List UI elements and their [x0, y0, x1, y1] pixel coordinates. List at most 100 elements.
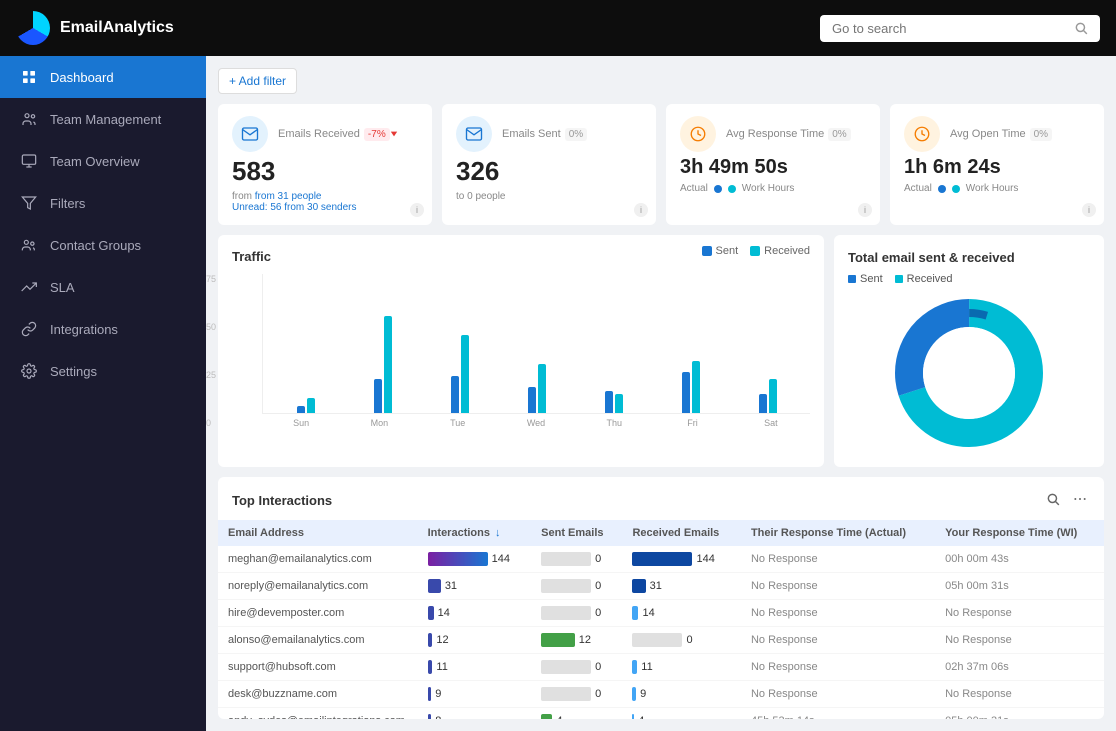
interactions-cell: 31: [418, 573, 532, 600]
donut-svg: [889, 293, 1049, 453]
interactions-cell: 11: [418, 654, 532, 681]
received-bar: [632, 606, 638, 620]
actual-dot-2: [938, 185, 946, 193]
your-response-cell: 05h 00m 31s: [935, 708, 1104, 720]
sidebar-item-filters[interactable]: Filters: [0, 182, 206, 224]
stat-card-avg-open: Avg Open Time 0% 1h 6m 24s Actual Work H…: [890, 104, 1104, 225]
received-count: 14: [642, 607, 654, 619]
sent-count: 12: [579, 634, 591, 646]
stat-card-avg-response: Avg Response Time 0% 3h 49m 50s Actual W…: [666, 104, 880, 225]
workhours-dot-2: [952, 185, 960, 193]
their-response-cell: No Response: [741, 600, 935, 627]
sidebar-item-label: Settings: [50, 364, 97, 379]
interactions-count: 12: [436, 634, 448, 646]
donut-sent-dot: [848, 275, 856, 283]
sent-bar-empty: [541, 687, 591, 701]
team-management-icon: [20, 110, 38, 128]
col-interactions[interactable]: Interactions ↓: [418, 520, 532, 546]
emails-received-value: 583: [232, 156, 418, 187]
sent-cell: 0: [531, 600, 622, 627]
emails-received-sub2: Unread: 56 from 30 senders: [232, 202, 418, 213]
sidebar-item-contact-groups[interactable]: Contact Groups: [0, 224, 206, 266]
actual-dot: [714, 185, 722, 193]
emails-received-icon: [232, 116, 268, 152]
received-bar: [632, 687, 636, 701]
received-bar: [307, 398, 315, 413]
bar-day-label: Tue: [419, 418, 497, 428]
interactions-more-button[interactable]: [1070, 489, 1090, 512]
email-cell: hire@devemposter.com: [218, 600, 418, 627]
received-count: 31: [650, 580, 662, 592]
bar-group: [267, 398, 344, 413]
stat-info-icon: i: [1082, 203, 1096, 217]
avg-response-label: Avg Response Time: [726, 128, 824, 140]
received-count: 4: [638, 715, 644, 719]
search-icon: [1074, 21, 1088, 35]
bar-day-label: Fri: [653, 418, 731, 428]
col-your-response: Your Response Time (WI): [935, 520, 1104, 546]
received-count: 144: [696, 553, 714, 565]
table-row: andy_sydes@emailintegrations.com84445h 5…: [218, 708, 1104, 720]
topbar: EmailAnalytics: [0, 0, 1116, 56]
sidebar-item-team-management[interactable]: Team Management: [0, 98, 206, 140]
their-response-cell: No Response: [741, 681, 935, 708]
sent-bar: [374, 379, 382, 413]
sent-cell: 0: [531, 681, 622, 708]
your-response-cell: 00h 00m 43s: [935, 546, 1104, 573]
interactions-cell: 14: [418, 600, 532, 627]
table-row: noreply@emailanalytics.com31031No Respon…: [218, 573, 1104, 600]
traffic-card: Traffic Sent Received 75: [218, 235, 824, 467]
sidebar-item-integrations[interactable]: Integrations: [0, 308, 206, 350]
sent-count: 0: [595, 661, 601, 673]
col-received: Received Emails: [622, 520, 740, 546]
add-filter-button[interactable]: + Add filter: [218, 68, 297, 94]
sidebar-item-label: SLA: [50, 280, 75, 295]
received-bar: [384, 316, 392, 413]
received-bar: [632, 714, 634, 719]
more-icon: [1072, 491, 1088, 507]
search-input[interactable]: [832, 21, 1066, 36]
received-bar: [632, 660, 637, 674]
your-response-cell: No Response: [935, 681, 1104, 708]
sent-bar: [682, 372, 690, 413]
emails-sent-icon: [456, 116, 492, 152]
emails-sent-value: 326: [456, 156, 642, 187]
their-response-cell: No Response: [741, 654, 935, 681]
sidebar-item-sla[interactable]: SLA: [0, 266, 206, 308]
your-response-cell: 02h 37m 06s: [935, 654, 1104, 681]
sent-bar-empty: [541, 660, 591, 674]
interactions-bar: [428, 714, 432, 719]
email-cell: alonso@emailanalytics.com: [218, 627, 418, 654]
interactions-bar: [428, 687, 432, 701]
avg-open-sub2: Work Hours: [966, 183, 1019, 194]
emails-sent-label: Emails Sent: [502, 128, 561, 140]
table-row: alonso@emailanalytics.com12120No Respons…: [218, 627, 1104, 654]
donut-received-dot: [895, 275, 903, 283]
y-labels: 75 50 25 0: [206, 274, 216, 428]
interactions-cell: 12: [418, 627, 532, 654]
sent-cell: 0: [531, 546, 622, 573]
interactions-actions: [1044, 489, 1090, 512]
settings-icon: [20, 362, 38, 380]
stat-info-icon: i: [858, 203, 872, 217]
interactions-count: 11: [436, 661, 447, 673]
donut-received-label: Received: [907, 273, 953, 285]
sidebar-item-team-overview[interactable]: Team Overview: [0, 140, 206, 182]
sent-count: 4: [556, 715, 562, 719]
interactions-search-button[interactable]: [1044, 489, 1062, 512]
interactions-cell: 8: [418, 708, 532, 720]
received-cell: 4: [622, 708, 740, 720]
search-bar[interactable]: [820, 15, 1100, 42]
received-cell: 11: [622, 654, 740, 681]
stat-info-icon: i: [410, 203, 424, 217]
sidebar-item-settings[interactable]: Settings: [0, 350, 206, 392]
sidebar-item-label: Filters: [50, 196, 85, 211]
interactions-bar: [428, 606, 434, 620]
sidebar-item-label: Integrations: [50, 322, 118, 337]
table-body: meghan@emailanalytics.com1440144No Respo…: [218, 546, 1104, 719]
avg-open-badge: 0%: [1030, 128, 1052, 141]
received-bar: [632, 579, 645, 593]
sidebar-item-dashboard[interactable]: Dashboard: [0, 56, 206, 98]
interactions-cell: 144: [418, 546, 532, 573]
avg-response-icon: [680, 116, 716, 152]
